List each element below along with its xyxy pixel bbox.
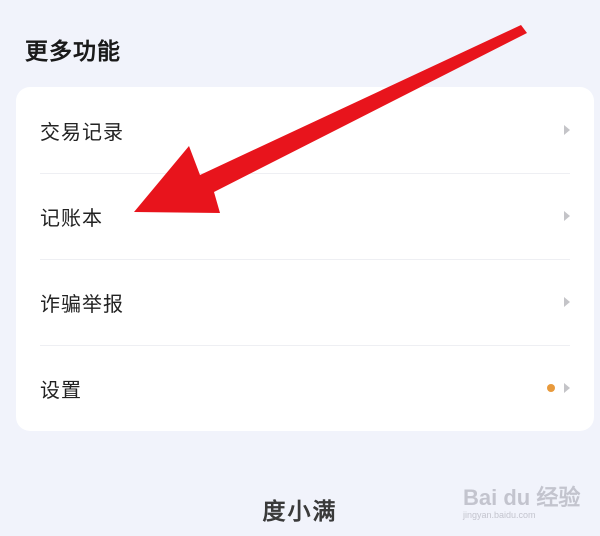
page: 更多功能 交易记录 记账本 诈骗举报 设置 度小满 Bai du 经验 jing… (0, 0, 600, 536)
watermark-url: jingyan.baidu.com (463, 510, 536, 520)
annotation-arrow-icon (134, 25, 527, 213)
arrow-shape (134, 25, 527, 213)
watermark-logo: Bai du 经验 (463, 485, 581, 510)
watermark: Bai du 经验 jingyan.baidu.com (455, 472, 595, 530)
